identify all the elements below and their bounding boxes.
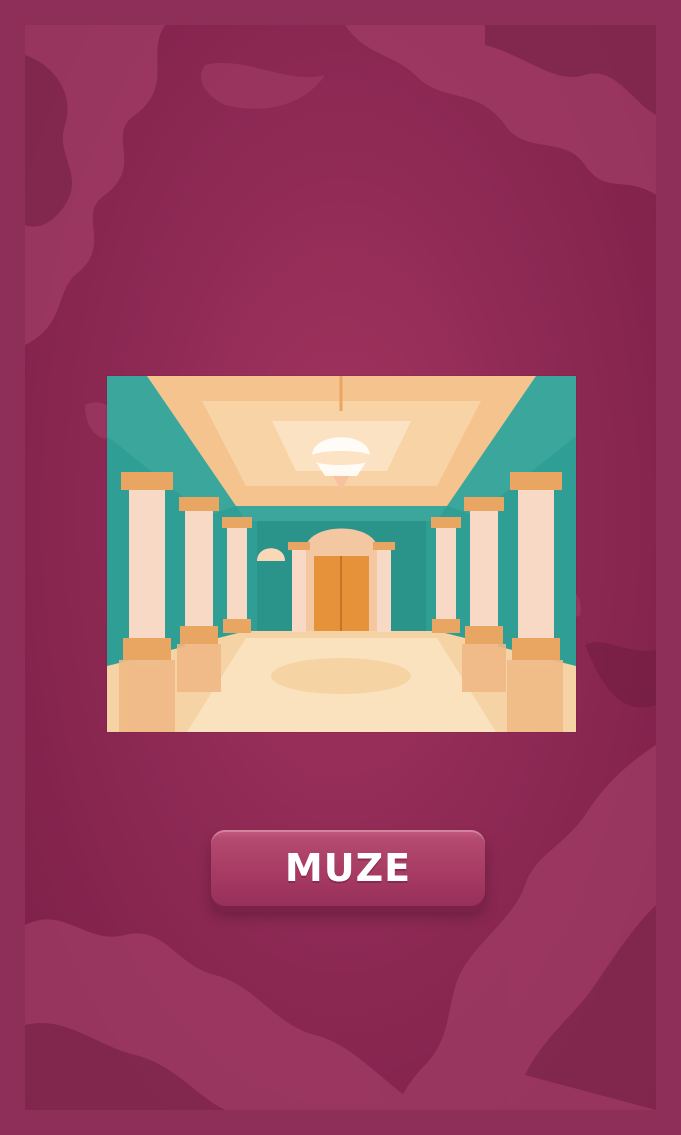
screen-frame: MUZE bbox=[0, 0, 681, 1135]
play-button[interactable]: MUZE bbox=[211, 830, 485, 906]
play-button-label: MUZE bbox=[284, 846, 412, 890]
scene-image-ballroom bbox=[107, 376, 576, 732]
game-background: MUZE bbox=[25, 25, 656, 1110]
ballroom-illustration bbox=[107, 376, 576, 732]
